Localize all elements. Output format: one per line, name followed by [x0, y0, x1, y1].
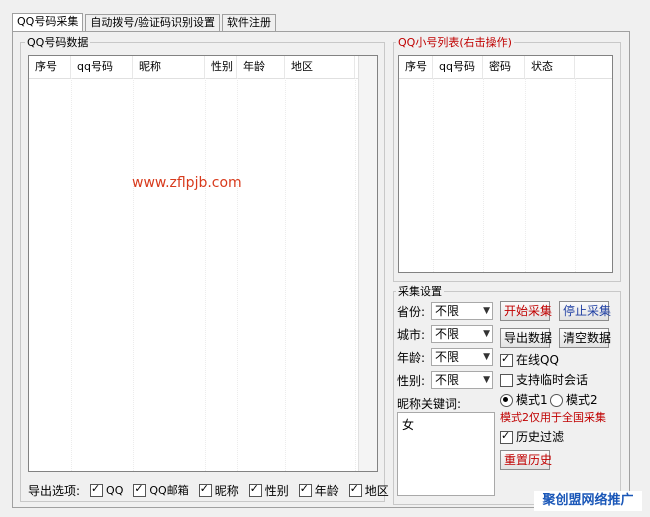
export-option-nickname[interactable]: 昵称	[198, 482, 239, 498]
col-index[interactable]: 序号	[399, 56, 433, 78]
tab-qq-collect[interactable]: QQ号码采集	[12, 13, 84, 32]
online-qq-option[interactable]: 在线QQ	[500, 352, 559, 367]
checkbox-icon[interactable]	[500, 429, 513, 444]
export-option-gender[interactable]: 性别	[248, 482, 289, 498]
city-select[interactable]: 不限 ▼	[431, 325, 493, 343]
history-filter-option[interactable]: 历史过滤	[500, 429, 564, 444]
gender-select[interactable]: 不限 ▼	[431, 371, 493, 389]
export-options-row: 导出选项: QQ QQ邮箱 昵称 性别 年龄 地区	[28, 482, 389, 499]
checkbox-icon[interactable]	[298, 482, 312, 497]
checkbox-icon[interactable]	[500, 373, 513, 387]
chevron-down-icon: ▼	[483, 352, 490, 362]
checkbox-icon[interactable]	[348, 482, 362, 497]
temp-chat-option[interactable]: 支持临时会话	[500, 373, 588, 387]
mode1-radio[interactable]: 模式1	[500, 393, 548, 407]
age-select[interactable]: 不限 ▼	[431, 348, 493, 366]
checkbox-icon[interactable]	[90, 482, 104, 497]
export-option-qq[interactable]: QQ	[90, 482, 123, 498]
start-collect-button[interactable]: 开始采集	[500, 301, 552, 321]
checkbox-icon[interactable]	[198, 482, 212, 497]
keyword-label: 昵称关键词:	[397, 397, 462, 411]
radio-icon[interactable]	[500, 393, 513, 407]
export-option-qq-mail[interactable]: QQ邮箱	[133, 482, 189, 498]
province-label: 省份:	[397, 305, 426, 319]
reset-history-button[interactable]: 重置历史	[500, 450, 552, 470]
col-nickname[interactable]: 昵称	[133, 56, 205, 78]
col-region[interactable]: 地区	[285, 56, 355, 78]
stop-collect-button[interactable]: 停止采集	[559, 301, 611, 321]
col-age[interactable]: 年龄	[237, 56, 285, 78]
collect-settings-group-title: 采集设置	[396, 285, 444, 298]
age-label: 年龄:	[397, 351, 426, 365]
qq-data-group-title: QQ号码数据	[25, 36, 91, 49]
col-qq-number[interactable]: qq号码	[71, 56, 133, 78]
mode2-radio[interactable]: 模式2	[550, 393, 598, 407]
watermark-url: www.zflpjb.com	[132, 175, 242, 191]
tab-bar: QQ号码采集 自动拨号/验证码识别设置 软件注册	[12, 13, 278, 32]
export-options-label: 导出选项:	[28, 484, 81, 498]
col-qq-number[interactable]: qq号码	[433, 56, 483, 78]
province-select[interactable]: 不限 ▼	[431, 302, 493, 320]
keyword-textarea[interactable]: 女	[397, 412, 495, 496]
chevron-down-icon: ▼	[483, 329, 490, 339]
checkbox-icon[interactable]	[248, 482, 262, 497]
tab-registration[interactable]: 软件注册	[222, 14, 277, 32]
qq-data-scrollbar[interactable]	[358, 56, 377, 471]
brand-label: 聚创盟网络推广	[534, 491, 642, 511]
checkbox-icon[interactable]	[500, 352, 513, 367]
qq-data-list[interactable]: 序号 qq号码 昵称 性别 年龄 地区	[28, 55, 378, 472]
city-label: 城市:	[397, 328, 426, 342]
export-option-age[interactable]: 年龄	[298, 482, 339, 498]
col-status[interactable]: 状态	[525, 56, 575, 78]
clear-data-button[interactable]: 清空数据	[559, 328, 611, 348]
chevron-down-icon: ▼	[483, 375, 490, 385]
chevron-down-icon: ▼	[483, 306, 490, 316]
export-data-button[interactable]: 导出数据	[500, 328, 552, 348]
account-list-header: 序号 qq号码 密码 状态	[399, 56, 612, 79]
col-password[interactable]: 密码	[483, 56, 525, 78]
account-list[interactable]: 序号 qq号码 密码 状态	[398, 55, 613, 273]
export-option-region[interactable]: 地区	[348, 482, 389, 498]
gender-label: 性别:	[397, 374, 426, 388]
col-gender[interactable]: 性别	[205, 56, 237, 78]
mode-note: 模式2仅用于全国采集	[500, 411, 606, 424]
qq-data-list-header: 序号 qq号码 昵称 性别 年龄 地区	[29, 56, 377, 79]
account-list-group-title: QQ小号列表(右击操作)	[396, 36, 514, 49]
tab-auto-dial-settings[interactable]: 自动拨号/验证码识别设置	[85, 14, 221, 32]
radio-icon[interactable]	[550, 393, 563, 407]
checkbox-icon[interactable]	[133, 482, 147, 497]
col-index[interactable]: 序号	[29, 56, 71, 78]
